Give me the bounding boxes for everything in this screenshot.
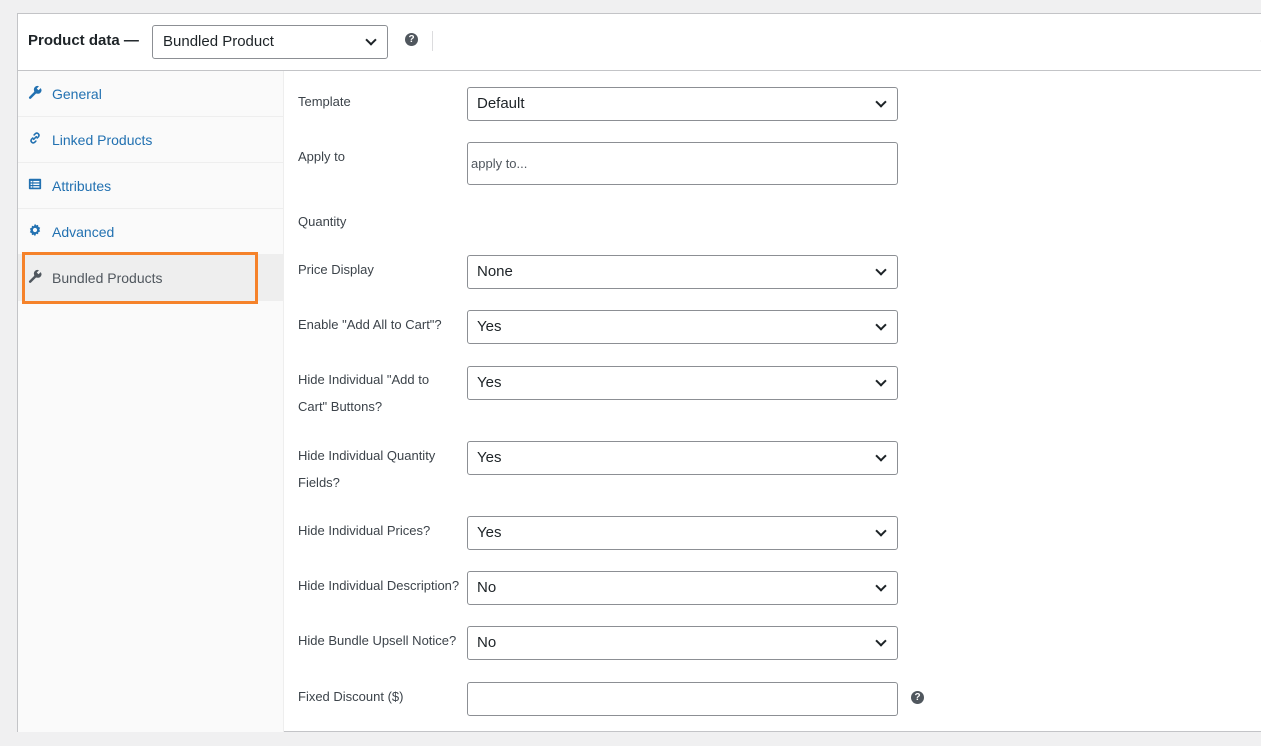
chevron-down-icon (875, 525, 887, 537)
hide-upsell-value: No (477, 634, 497, 651)
hide-description-value: No (477, 579, 497, 596)
hide-prices-label: Hide Individual Prices? (298, 523, 431, 538)
tab-label: Advanced (52, 224, 115, 240)
quantity-label: Quantity (298, 214, 347, 229)
link-icon (30, 132, 40, 144)
divider (432, 31, 433, 51)
tab-label: General (52, 86, 102, 102)
wrench-icon (28, 269, 42, 283)
product-type-select[interactable]: Bundled Product (152, 25, 388, 59)
hide-quantity-value: Yes (477, 449, 502, 466)
apply-to-label: Apply to (298, 149, 345, 164)
tab-label: Attributes (52, 178, 112, 194)
chevron-down-icon (875, 264, 887, 276)
chevron-down-icon (875, 319, 887, 331)
chevron-down-icon (365, 34, 377, 46)
product-data-tabs: General Linked Products Attributes Advan… (18, 71, 284, 732)
apply-to-input[interactable]: apply to... (467, 142, 898, 185)
hide-quantity-select[interactable]: Yes (467, 441, 898, 475)
label-line: Cart" Buttons? (298, 399, 383, 414)
fixed-discount-label: Fixed Discount ($) (298, 689, 404, 704)
price-display-select[interactable]: None (467, 255, 898, 289)
enable-add-all-value: Yes (477, 318, 502, 335)
tab-linked-products[interactable]: Linked Products (18, 117, 283, 163)
template-label: Template (298, 94, 351, 109)
tab-general[interactable]: General (18, 71, 283, 117)
apply-to-placeholder: apply to... (471, 156, 528, 171)
price-display-value: None (477, 263, 513, 280)
wrench-icon (28, 85, 42, 99)
hide-add-to-cart-value: Yes (477, 374, 502, 391)
chevron-down-icon (875, 96, 887, 108)
hide-prices-select[interactable]: Yes (467, 516, 898, 550)
tab-label: Linked Products (52, 132, 153, 148)
chevron-down-icon (875, 450, 887, 462)
hide-description-label: Hide Individual Description? (298, 578, 460, 593)
product-type-value: Bundled Product (163, 33, 274, 50)
template-select[interactable]: Default (467, 87, 898, 121)
chevron-down-icon (875, 635, 887, 647)
product-data-panel: Product data — Bundled Product ? General… (17, 13, 1261, 732)
tab-attributes[interactable]: Attributes (18, 163, 283, 209)
template-value: Default (477, 95, 525, 112)
help-icon[interactable]: ? (405, 33, 418, 46)
panel-header: Product data — Bundled Product ? (18, 14, 1261, 71)
tab-bundled-products[interactable]: Bundled Products (18, 255, 283, 301)
enable-add-all-label: Enable "Add All to Cart"? (298, 317, 442, 332)
hide-prices-value: Yes (477, 524, 502, 541)
label-line: Fields? (298, 475, 340, 490)
bundle-settings-form: Template Default Apply to apply to... Qu… (284, 71, 1261, 731)
help-icon[interactable]: ? (911, 691, 924, 704)
enable-add-all-select[interactable]: Yes (467, 310, 898, 344)
fixed-discount-input[interactable] (467, 682, 898, 716)
hide-quantity-label: Hide Individual Quantity Fields? (298, 442, 468, 496)
chevron-down-icon (875, 375, 887, 387)
hide-upsell-select[interactable]: No (467, 626, 898, 660)
panel-title: Product data — (28, 32, 139, 49)
tab-advanced[interactable]: Advanced (18, 209, 283, 255)
hide-add-to-cart-label: Hide Individual "Add to Cart" Buttons? (298, 366, 468, 420)
tab-label: Bundled Products (52, 270, 163, 286)
list-icon (28, 178, 42, 190)
chevron-down-icon (875, 580, 887, 592)
label-line: Hide Individual "Add to (298, 372, 430, 387)
hide-add-to-cart-select[interactable]: Yes (467, 366, 898, 400)
label-line: Hide Individual Quantity (298, 448, 436, 463)
hide-upsell-label: Hide Bundle Upsell Notice? (298, 633, 457, 648)
hide-description-select[interactable]: No (467, 571, 898, 605)
gear-icon (29, 223, 41, 237)
price-display-label: Price Display (298, 262, 374, 277)
